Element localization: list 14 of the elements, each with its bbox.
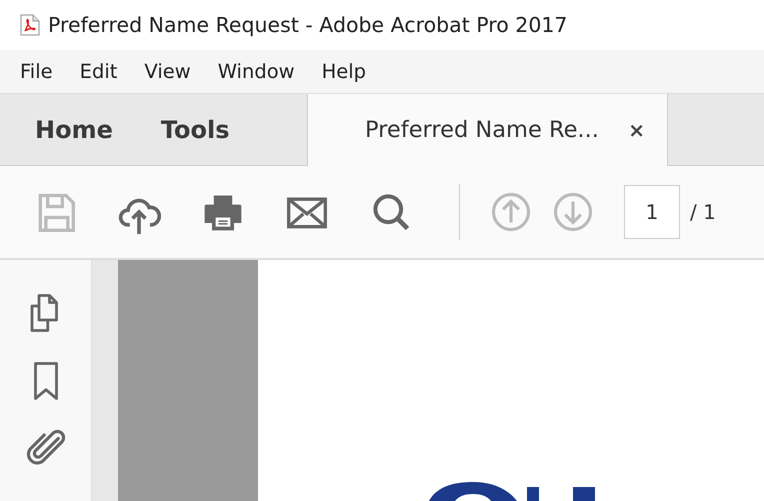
nav-tab[interactable]: Home [35, 116, 113, 144]
menu-item[interactable]: Window [218, 60, 295, 83]
document-tab[interactable]: Preferred Name Re... × [308, 94, 668, 166]
pdf-file-icon [20, 14, 40, 36]
page-count: / 1 [690, 200, 716, 224]
window-title: Preferred Name Request - Adobe Acrobat Pro 2017 [48, 13, 568, 37]
nav-tab[interactable]: Tools [160, 116, 230, 144]
tab-title: Preferred Name Re... [365, 117, 599, 143]
menu-item[interactable]: Edit [80, 60, 118, 83]
close-tab-button[interactable]: × [628, 118, 645, 142]
menu-item[interactable]: File [20, 60, 53, 83]
page-number-field[interactable]: 1 [624, 185, 680, 239]
menu-item[interactable]: View [144, 60, 191, 83]
menu-item[interactable]: Help [322, 60, 366, 83]
